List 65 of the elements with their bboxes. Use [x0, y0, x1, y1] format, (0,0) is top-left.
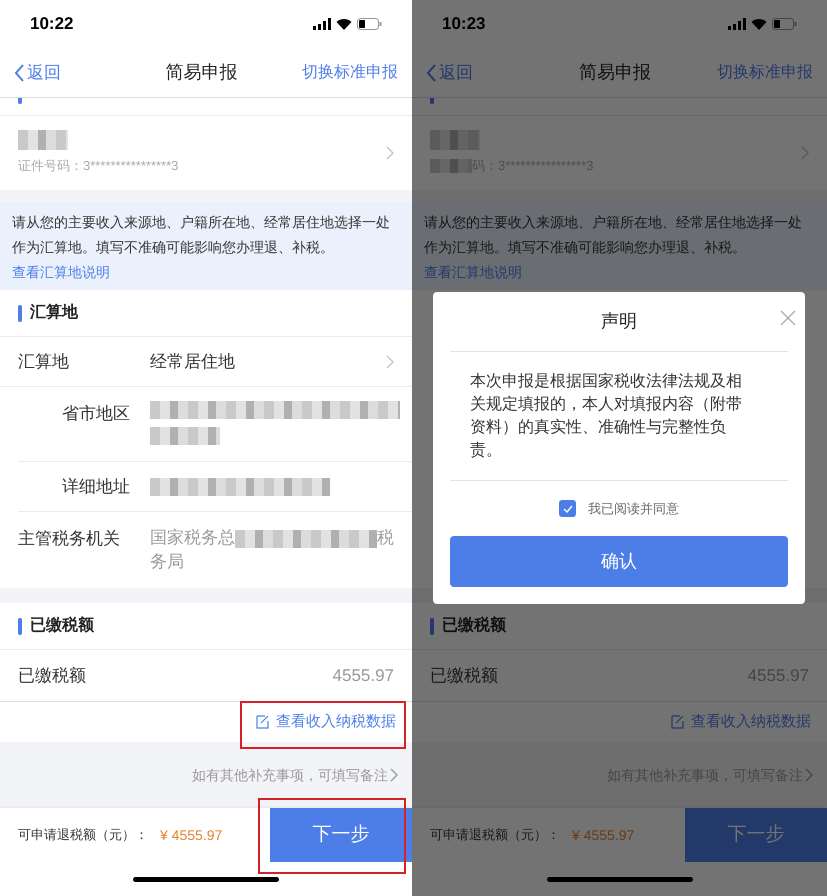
section-accent-bar — [18, 304, 22, 322]
refund-amount: ¥ 4555.97 — [572, 826, 634, 844]
refund-amount: ¥ 4555.97 — [160, 826, 222, 844]
section-title: 已缴税额 — [30, 615, 94, 636]
signal-icon — [313, 18, 331, 30]
chevron-right-icon — [390, 768, 398, 782]
next-button[interactable]: 下一步 — [685, 808, 827, 862]
chevron-left-icon — [14, 64, 25, 82]
signal-icon — [728, 18, 746, 30]
cut-off-section-header — [18, 98, 22, 104]
field-value: 4555.97 — [332, 664, 394, 687]
dialog-body: 本次申报是根据国家税收法律法规及相关规定填报的，本人对填报内容（附带资料）的真实性、准确性与完整性负责。 — [450, 352, 788, 481]
blurred-text — [18, 130, 68, 150]
refund-label: 可申请退税额（元）： — [17, 826, 148, 844]
section-title: 汇算地 — [30, 302, 78, 323]
blurred-text — [430, 130, 480, 150]
section-accent-bar — [18, 618, 22, 634]
wifi-icon — [336, 18, 352, 30]
chevron-right-icon — [801, 146, 809, 160]
edit-note-icon — [256, 715, 270, 729]
blurred-text — [150, 427, 220, 445]
switch-mode-link[interactable]: 切换标准申报 — [717, 60, 813, 84]
switch-mode-link[interactable]: 切换标准申报 — [302, 60, 398, 84]
section-title: 已缴税额 — [442, 615, 506, 636]
section-accent-bar — [430, 618, 434, 634]
agree-checkbox[interactable] — [559, 500, 576, 517]
check-icon — [562, 504, 572, 512]
notice-text: 请从您的主要收入来源地、户籍所在地、经常居住地选择一处作为汇算地。填写不准确可能影响您办理退、补税。 查看汇算地说明 — [412, 202, 827, 290]
chevron-left-icon — [426, 64, 437, 82]
back-button[interactable]: 返回 — [14, 60, 61, 86]
dialog-title: 声明 — [601, 310, 637, 333]
field-label: 详细地址 — [61, 476, 130, 498]
field-value: 国家税务总 税务局 — [150, 527, 395, 573]
status-time: 10:23 — [442, 13, 486, 36]
page-title: 简易申报 — [164, 61, 238, 84]
tax-data-link[interactable]: 查看收入纳税数据 — [276, 710, 396, 734]
field-value: 经常居住地 — [150, 350, 236, 373]
taxpayer-row[interactable]: 证件号码：3****************3 — [0, 116, 412, 190]
field-label: 汇算地 — [18, 350, 70, 373]
remark-link[interactable]: 如有其他补充事项，可填写备注 — [192, 764, 398, 786]
cut-off-section-header — [430, 98, 434, 104]
battery-icon — [772, 18, 797, 30]
confirm-button[interactable]: 确认 — [450, 536, 788, 587]
refund-label: 可申请退税额（元）： — [429, 826, 560, 844]
field-label: 已缴税额 — [18, 664, 86, 687]
id-number: 证件号码：3****************3 — [18, 157, 178, 176]
notice-text: 请从您的主要收入来源地、户籍所在地、经常居住地选择一处作为汇算地。填写不准确可能影响您办理退、补税。 查看汇算地说明 — [0, 202, 412, 290]
chevron-right-icon — [386, 354, 394, 368]
field-label: 省市地区 — [61, 403, 130, 425]
close-icon[interactable] — [780, 310, 796, 326]
chevron-right-icon — [805, 768, 813, 782]
field-label: 主管税务机关 — [18, 528, 121, 550]
agree-label: 我已阅读并同意 — [588, 500, 679, 518]
wifi-icon — [751, 18, 767, 30]
status-time: 10:22 — [30, 13, 74, 36]
explanation-link[interactable]: 查看汇算地说明 — [12, 264, 110, 280]
explanation-link[interactable]: 查看汇算地说明 — [424, 264, 522, 280]
page-title: 简易申报 — [578, 61, 651, 84]
next-button[interactable]: 下一步 — [270, 808, 412, 862]
tax-data-link[interactable]: 查看收入纳税数据 — [691, 710, 811, 734]
chevron-right-icon — [386, 146, 394, 160]
edit-note-icon — [671, 715, 685, 729]
field-label: 已缴税额 — [430, 664, 498, 687]
battery-icon — [357, 18, 382, 30]
back-button[interactable]: 返回 — [426, 60, 473, 86]
